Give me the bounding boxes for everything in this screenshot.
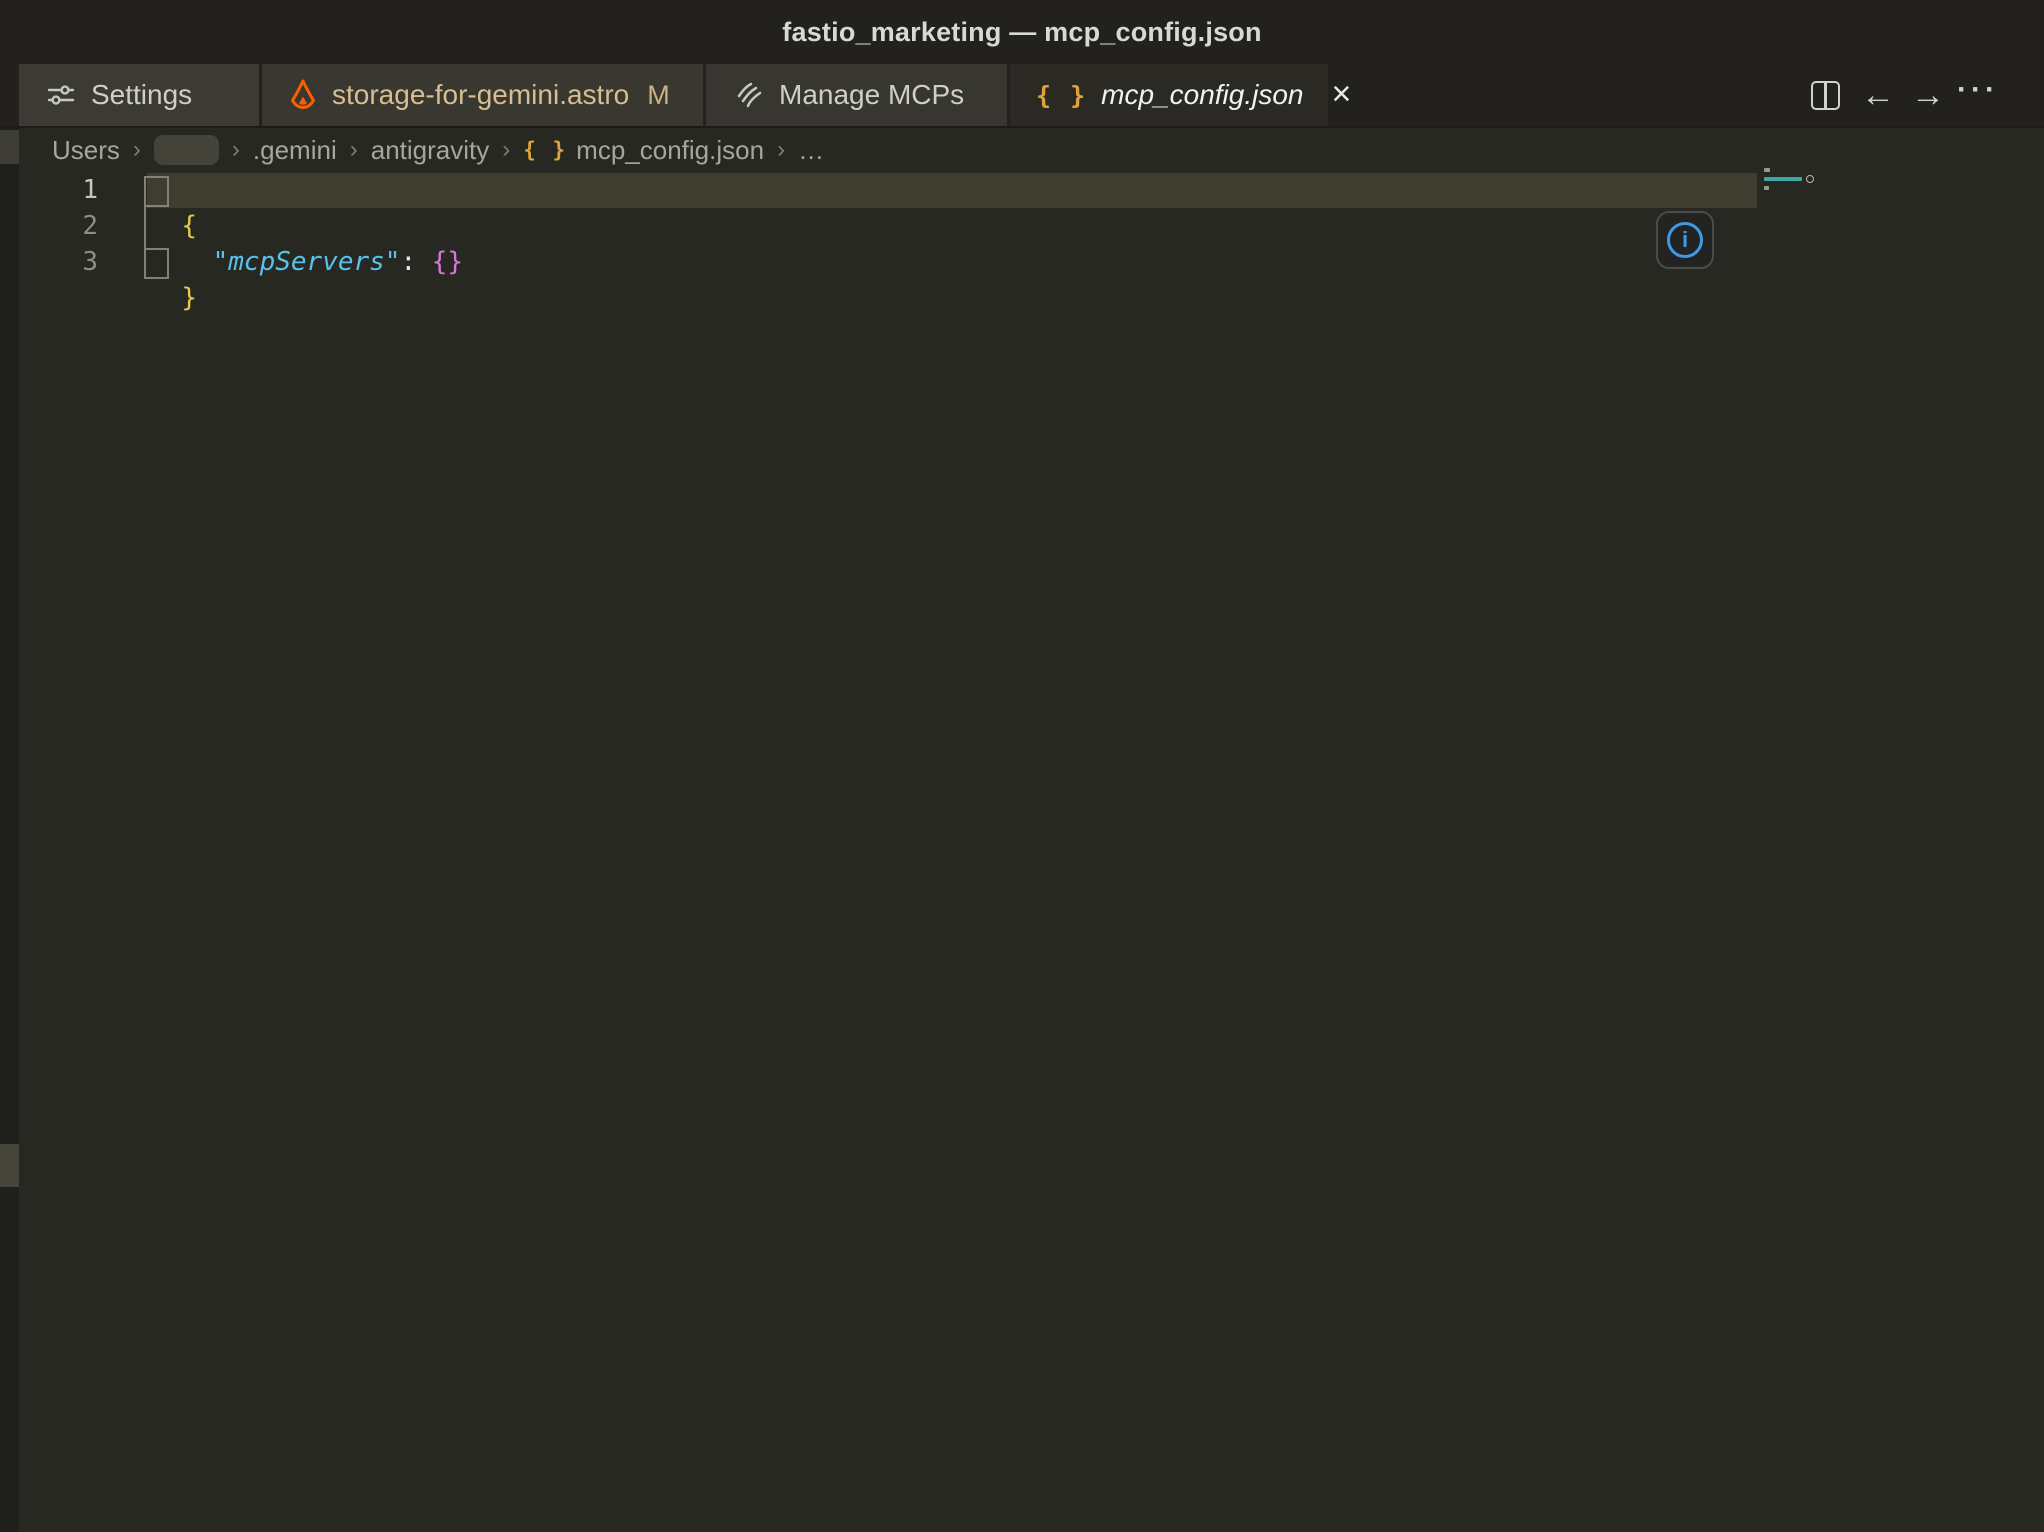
tab-label: storage-for-gemini.astro — [332, 79, 629, 111]
breadcrumb-separator: › — [133, 136, 141, 164]
tab-manage-mcps[interactable]: Manage MCPs — [706, 64, 1007, 126]
code-token-brace-close: } — [181, 283, 197, 313]
line-number: 1 — [0, 172, 98, 208]
tab-label: Settings — [91, 79, 192, 111]
breadcrumb-redacted-chip[interactable] — [154, 135, 219, 165]
breadcrumb-separator: › — [777, 136, 785, 164]
line-number: 2 — [0, 208, 98, 244]
json-braces-icon: { } — [523, 138, 567, 162]
code-line[interactable]: } — [150, 244, 197, 316]
breadcrumb-item-antigravity[interactable]: antigravity — [371, 135, 490, 166]
sidebar-edge-segment — [0, 130, 19, 164]
breadcrumb-item-file[interactable]: { } mcp_config.json — [523, 135, 764, 166]
split-editor-icon — [1811, 81, 1840, 110]
split-editor-button[interactable] — [1803, 64, 1847, 126]
tab-label: mcp_config.json — [1101, 79, 1303, 111]
window-title: fastio_marketing — mcp_config.json — [782, 17, 1261, 48]
bracket-pair-guide — [144, 205, 146, 250]
mcp-icon — [735, 80, 765, 110]
code-token-space — [416, 247, 432, 277]
tab-storage-for-gemini-astro[interactable]: storage-for-gemini.astro M — [262, 64, 703, 126]
tab-mcp-config-json[interactable]: { } mcp_config.json × — [1010, 64, 1328, 126]
close-icon[interactable]: × — [1332, 77, 1352, 111]
current-line-highlight — [147, 173, 1757, 208]
breadcrumb-separator: › — [232, 136, 240, 164]
minimap[interactable] — [1760, 164, 1822, 196]
breadcrumb-separator: › — [502, 136, 510, 164]
code-token-empty-object: {} — [432, 247, 463, 277]
minimap-line — [1764, 168, 1770, 172]
modified-badge: M — [647, 80, 670, 111]
minimap-line — [1764, 186, 1769, 190]
breadcrumb-item-users[interactable]: Users — [52, 135, 120, 166]
info-button[interactable]: i — [1656, 211, 1714, 269]
sidebar-scrollbar-thumb[interactable] — [0, 1144, 19, 1187]
sliders-icon — [46, 80, 76, 110]
breadcrumb-file-label: mcp_config.json — [576, 135, 764, 166]
info-glyph: i — [1682, 229, 1688, 251]
info-icon: i — [1667, 222, 1703, 258]
editor-tab-bar: Settings storage-for-gemini.astro M Mana… — [0, 64, 2044, 128]
code-token-property-name: "mcpServers" — [213, 247, 401, 277]
json-braces-icon: { } — [1036, 81, 1087, 110]
navigate-forward-button[interactable]: → — [1906, 64, 1950, 126]
tab-settings[interactable]: Settings — [19, 64, 259, 126]
collapsed-sidebar-edge — [0, 128, 19, 1532]
minimap-glyph — [1806, 175, 1814, 183]
astro-icon — [288, 79, 318, 112]
navigate-back-button[interactable]: ← — [1856, 64, 1900, 126]
breadcrumb-item-ellipsis[interactable]: … — [798, 135, 824, 166]
window-titlebar: fastio_marketing — mcp_config.json — [0, 0, 2044, 64]
line-number: 3 — [0, 244, 98, 280]
breadcrumb-item-gemini[interactable]: .gemini — [253, 135, 337, 166]
breadcrumb: Users › › .gemini › antigravity › { } mc… — [0, 128, 2044, 172]
minimap-line — [1764, 177, 1802, 181]
more-actions-button[interactable]: ··· — [1956, 64, 2000, 126]
code-token-colon: : — [400, 247, 416, 277]
breadcrumb-separator: › — [350, 136, 358, 164]
tab-label: Manage MCPs — [779, 79, 964, 111]
